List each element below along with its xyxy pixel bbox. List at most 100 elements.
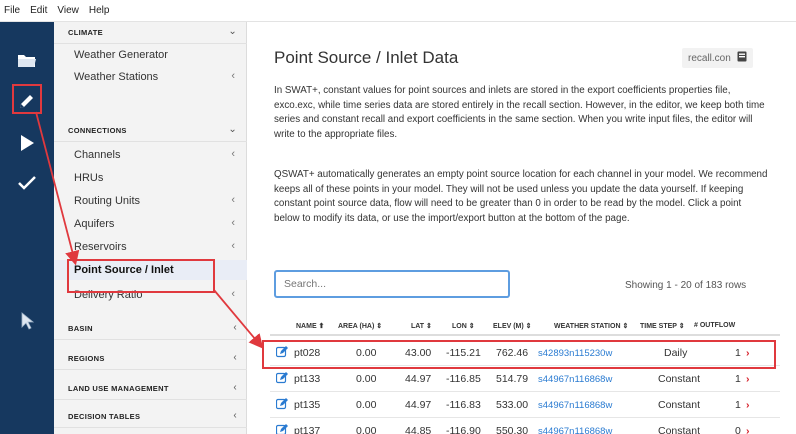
cell-weather-station-link[interactable]: s44967n116868w <box>538 426 612 434</box>
table-header: NAME ⬆ AREA (HA) ⇕ LAT ⇕ LON ⇕ ELEV (M) … <box>270 316 780 336</box>
section-decision-tables[interactable]: DECISION TABLES ‹ <box>54 406 247 428</box>
intro-paragraph: In SWAT+, constant values for point sour… <box>274 85 765 140</box>
chevron-down-icon: ⌄ <box>228 124 237 135</box>
sidebar-item-channels[interactable]: Channels ‹ <box>54 145 247 165</box>
sidebar-item-reservoirs[interactable]: Reservoirs ‹ <box>54 237 247 257</box>
col-timestep-header[interactable]: TIME STEP ⇕ <box>640 322 685 330</box>
folder-icon[interactable] <box>10 44 44 78</box>
cell-outflow: 0 <box>735 425 741 434</box>
section-regions-label: REGIONS <box>68 354 105 363</box>
play-icon[interactable] <box>10 126 44 160</box>
chevron-left-icon: ‹ <box>233 322 237 333</box>
chevron-right-icon[interactable]: › <box>746 347 750 359</box>
section-land-use-management[interactable]: LAND USE MANAGEMENT ‹ <box>54 378 247 400</box>
sidebar-item-label: Aquifers <box>74 218 115 230</box>
cell-lat: 43.00 <box>405 347 432 359</box>
cell-elev: 550.30 <box>496 425 529 434</box>
section-climate-label: CLIMATE <box>68 28 103 37</box>
search-input[interactable] <box>274 270 510 298</box>
sidebar-item-label: Delivery Ratio <box>74 289 143 301</box>
recall-file-name: recall.con <box>688 52 731 64</box>
page-title: Point Source / Inlet Data <box>274 48 459 67</box>
chevron-left-icon: ‹ <box>231 70 235 82</box>
section-connections[interactable]: CONNECTIONS ⌄ <box>54 120 247 142</box>
table-row[interactable]: pt133 0.00 44.97 -116.85 514.79 s44967n1… <box>270 366 780 392</box>
chevron-left-icon: ‹ <box>231 288 235 300</box>
table-row[interactable]: pt135 0.00 44.97 -116.83 533.00 s44967n1… <box>270 392 780 418</box>
menu-edit[interactable]: Edit <box>30 5 47 16</box>
chevron-right-icon[interactable]: › <box>746 399 750 411</box>
cell-name: pt137 <box>294 425 321 434</box>
cell-lat: 44.97 <box>405 399 432 411</box>
col-lat-header[interactable]: LAT ⇕ <box>411 322 432 330</box>
edit-icon[interactable] <box>275 346 288 361</box>
cell-time-step: Constant <box>658 373 701 385</box>
cell-area: 0.00 <box>356 425 377 434</box>
sidebar-item-point-source-inlet[interactable]: Point Source / Inlet <box>54 260 247 280</box>
sidebar-item-label: Point Source / Inlet <box>74 264 174 276</box>
menu-file[interactable]: File <box>4 5 20 16</box>
edit-icon[interactable] <box>275 398 288 413</box>
sidebar-item-weather-generator[interactable]: Weather Generator <box>54 45 247 65</box>
col-elev-header[interactable]: ELEV (M) ⇕ <box>493 322 532 330</box>
table-row[interactable]: pt028 0.00 43.00 -115.21 762.46 s42893n1… <box>270 340 780 366</box>
cell-weather-station-link[interactable]: s44967n116868w <box>538 400 612 411</box>
menu-bar: File Edit View Help <box>0 0 796 22</box>
chevron-left-icon: ‹ <box>233 382 237 393</box>
col-name-header[interactable]: NAME ⬆ <box>296 322 324 330</box>
chevron-right-icon[interactable]: › <box>746 425 750 434</box>
sidebar-item-routing-units[interactable]: Routing Units ‹ <box>54 191 247 211</box>
cell-lon: -116.90 <box>446 425 481 434</box>
cell-elev: 762.46 <box>496 347 529 359</box>
cell-time-step: Daily <box>664 347 688 359</box>
cell-weather-station-link[interactable]: s42893n115230w <box>538 348 612 359</box>
sidebar-item-weather-stations[interactable]: Weather Stations ‹ <box>54 67 247 87</box>
sidebar-item-hrus[interactable]: HRUs <box>54 168 247 188</box>
sidebar-item-label: Routing Units <box>74 195 141 207</box>
menu-help[interactable]: Help <box>89 5 110 16</box>
cell-name: pt135 <box>294 399 321 411</box>
sidebar-item-label: HRUs <box>74 172 104 184</box>
col-lon-header[interactable]: LON ⇕ <box>452 322 475 330</box>
sidebar-item-label: Channels <box>74 149 121 161</box>
chevron-right-icon[interactable]: › <box>746 373 750 385</box>
cell-lon: -116.83 <box>446 399 481 411</box>
col-station-header[interactable]: WEATHER STATION ⇕ <box>554 322 628 330</box>
qswat-paragraph: QSWAT+ automatically generates an empty … <box>274 169 768 224</box>
cell-outflow: 1 <box>735 399 741 411</box>
edit-icon[interactable] <box>275 424 288 434</box>
cell-lon: -115.21 <box>446 347 481 359</box>
cell-lat: 44.85 <box>405 425 432 434</box>
pencil-icon[interactable] <box>10 84 44 118</box>
chevron-left-icon: ‹ <box>231 148 235 160</box>
edit-icon[interactable] <box>275 372 288 387</box>
cell-area: 0.00 <box>356 347 377 359</box>
cell-elev: 514.79 <box>496 373 529 385</box>
database-icon <box>737 51 747 65</box>
cell-area: 0.00 <box>356 373 377 385</box>
sidebar-item-label: Reservoirs <box>74 241 127 253</box>
section-climate[interactable]: CLIMATE ⌄ <box>54 22 247 44</box>
section-land-use-label: LAND USE MANAGEMENT <box>68 384 169 393</box>
cell-name: pt133 <box>294 373 321 385</box>
sidebar-item-aquifers[interactable]: Aquifers ‹ <box>54 214 247 234</box>
table-row[interactable]: pt137 0.00 44.85 -116.90 550.30 s44967n1… <box>270 418 780 434</box>
check-icon[interactable] <box>10 166 44 200</box>
menu-view[interactable]: View <box>57 5 79 16</box>
recall-file-badge[interactable]: recall.con <box>682 48 753 68</box>
cell-outflow: 1 <box>735 373 741 385</box>
icon-rail <box>0 22 54 434</box>
cell-lon: -116.85 <box>446 373 481 385</box>
chevron-left-icon: ‹ <box>231 194 235 206</box>
cell-time-step: Constant <box>658 399 701 411</box>
cell-weather-station-link[interactable]: s44967n116868w <box>538 374 612 385</box>
side-navigation: CLIMATE ⌄ Weather Generator Weather Stat… <box>54 22 247 434</box>
chevron-left-icon: ‹ <box>231 217 235 229</box>
sidebar-item-delivery-ratio[interactable]: Delivery Ratio ‹ <box>54 285 247 305</box>
cell-area: 0.00 <box>356 399 377 411</box>
section-basin[interactable]: BASIN ‹ <box>54 318 247 340</box>
chevron-left-icon: ‹ <box>233 410 237 421</box>
col-area-header[interactable]: AREA (HA) ⇕ <box>338 322 382 330</box>
section-regions[interactable]: REGIONS ‹ <box>54 348 247 370</box>
chevron-left-icon: ‹ <box>231 240 235 252</box>
